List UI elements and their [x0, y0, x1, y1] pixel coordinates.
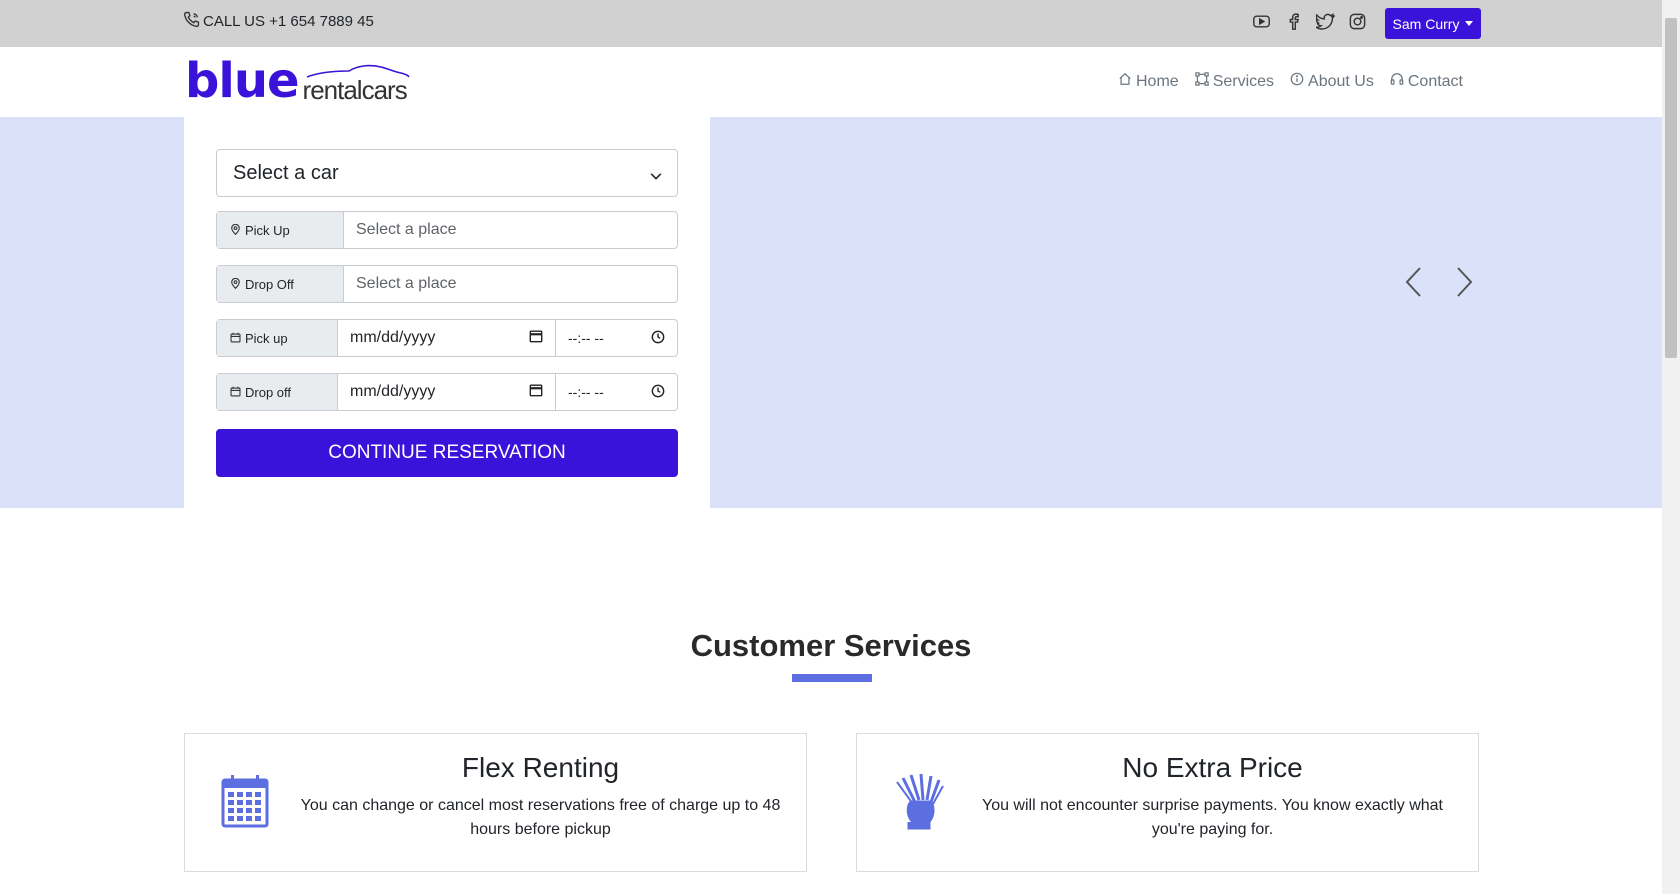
pickup-date-label: Pick up	[217, 320, 338, 356]
dropoff-place-input[interactable]: Select a place	[344, 266, 677, 302]
pickup-place-label: Pick Up	[217, 212, 344, 248]
calendar-picker-icon[interactable]	[529, 383, 543, 402]
pickup-time-value: --:-- --	[568, 330, 604, 346]
carousel-prev-icon[interactable]	[1402, 265, 1426, 304]
nav-about[interactable]: About Us	[1290, 72, 1374, 91]
chevron-down-icon	[649, 166, 663, 189]
service-card: No Extra Price You will not encounter su…	[856, 733, 1479, 872]
calendar-small-icon	[230, 331, 241, 346]
user-name: Sam Curry	[1392, 15, 1460, 32]
call-us[interactable]: CALL US +1 654 7889 45	[183, 11, 374, 32]
clock-icon[interactable]	[651, 384, 665, 401]
map-pin-icon	[230, 223, 241, 238]
money-hand-icon	[893, 772, 945, 835]
nav-links: Home Services About Us Contact	[1118, 72, 1463, 91]
phone-icon	[183, 11, 200, 32]
car-select[interactable]: Select a car	[216, 149, 678, 197]
reservation-form: Select a car Pick Up Select a place Drop…	[184, 117, 710, 508]
navbar: blue rentalcars Home Services About Us C…	[0, 47, 1662, 117]
service-card: Flex Renting You can change or cancel mo…	[184, 733, 807, 872]
car-select-value: Select a car	[233, 161, 339, 184]
home-icon	[1118, 72, 1132, 91]
brand-name-rest-text: rentalcars	[302, 75, 408, 105]
section-title-underline	[792, 674, 872, 682]
nav-about-label: About Us	[1308, 72, 1374, 90]
dropoff-date-value: mm/dd/yyyy	[350, 383, 436, 400]
dropoff-place-label-text: Drop Off	[245, 276, 294, 292]
service-card-text: You can change or cancel most reservatio…	[300, 797, 781, 838]
brand-name-rest: rentalcars	[302, 64, 410, 105]
service-card-text: You will not encounter surprise payments…	[981, 797, 1443, 838]
page-scrollbar[interactable]	[1662, 0, 1680, 894]
map-pin-icon	[230, 277, 241, 292]
nav-home[interactable]: Home	[1118, 72, 1179, 91]
youtube-icon[interactable]	[1252, 12, 1271, 31]
info-icon	[1290, 72, 1304, 91]
scrollbar-thumb[interactable]	[1665, 18, 1677, 358]
clock-icon[interactable]	[651, 330, 665, 347]
continue-reservation-button[interactable]: CONTINUE RESERVATION	[216, 429, 678, 477]
pickup-date-label-text: Pick up	[245, 330, 288, 346]
service-card-title: No Extra Price	[1122, 752, 1303, 783]
dropoff-place-label: Drop Off	[217, 266, 344, 302]
brand-logo[interactable]: blue rentalcars	[185, 53, 410, 109]
nav-services-label: Services	[1212, 72, 1275, 90]
pickup-place-input[interactable]: Select a place	[344, 212, 677, 248]
vector-icon	[1194, 72, 1209, 91]
dropoff-datetime-field: Drop off mm/dd/yyyy --:-- --	[216, 373, 678, 411]
nav-contact[interactable]: Contact	[1390, 72, 1463, 91]
pickup-time-input[interactable]: --:-- --	[556, 320, 677, 356]
call-us-text: CALL US +1 654 7889 45	[203, 13, 374, 30]
carousel-next-icon[interactable]	[1452, 265, 1476, 304]
pickup-date-input[interactable]: mm/dd/yyyy	[338, 320, 556, 356]
caret-down-icon	[1465, 21, 1474, 26]
twitter-icon[interactable]	[1313, 12, 1336, 31]
dropoff-date-label: Drop off	[217, 374, 338, 410]
facebook-icon[interactable]	[1284, 12, 1303, 31]
dropoff-date-input[interactable]: mm/dd/yyyy	[338, 374, 556, 410]
service-card-title: Flex Renting	[461, 752, 620, 783]
nav-contact-label: Contact	[1407, 72, 1463, 90]
dropoff-place-field: Drop Off Select a place	[216, 265, 678, 303]
car-silhouette-icon	[306, 64, 410, 78]
pickup-place-label-text: Pick Up	[245, 222, 290, 238]
calendar-icon	[221, 774, 269, 833]
nav-services[interactable]: Services	[1194, 72, 1275, 91]
calendar-picker-icon[interactable]	[529, 329, 543, 348]
headset-icon	[1390, 72, 1404, 91]
social-links	[1252, 12, 1367, 31]
pickup-datetime-field: Pick up mm/dd/yyyy --:-- --	[216, 319, 678, 357]
section-title: Customer Services	[690, 628, 972, 663]
dropoff-time-input[interactable]: --:-- --	[556, 374, 677, 410]
calendar-small-icon	[230, 385, 241, 400]
pickup-date-value: mm/dd/yyyy	[350, 329, 436, 346]
nav-home-label: Home	[1136, 72, 1179, 90]
instagram-icon[interactable]	[1348, 12, 1367, 31]
top-bar: CALL US +1 654 7889 45 Sam Curry	[0, 0, 1662, 47]
dropoff-time-value: --:-- --	[568, 384, 604, 400]
user-menu-button[interactable]: Sam Curry	[1385, 8, 1481, 39]
pickup-place-field: Pick Up Select a place	[216, 211, 678, 249]
brand-name-blue: blue	[185, 53, 300, 109]
dropoff-date-label-text: Drop off	[245, 384, 292, 400]
